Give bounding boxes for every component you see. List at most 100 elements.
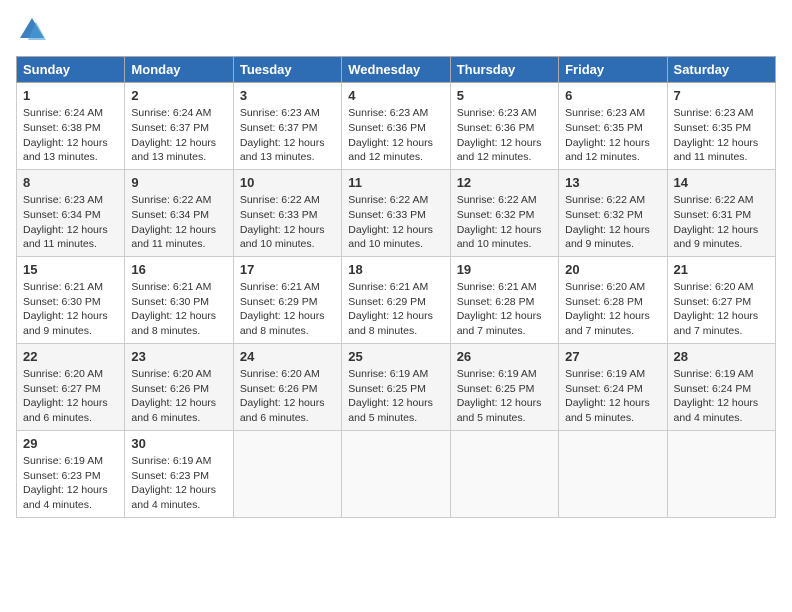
day-info: Sunset: 6:24 PM [674,382,769,397]
week-row-0: 1Sunrise: 6:24 AMSunset: 6:38 PMDaylight… [17,83,776,170]
calendar-cell: 18Sunrise: 6:21 AMSunset: 6:29 PMDayligh… [342,256,450,343]
day-info: Daylight: 12 hours [23,136,118,151]
day-number: 26 [457,348,552,366]
day-info: Daylight: 12 hours [131,223,226,238]
day-number: 4 [348,87,443,105]
day-info: and 4 minutes. [131,498,226,513]
calendar-cell: 30Sunrise: 6:19 AMSunset: 6:23 PMDayligh… [125,430,233,517]
day-info: Daylight: 12 hours [131,309,226,324]
day-info: Daylight: 12 hours [457,396,552,411]
day-info: Sunset: 6:36 PM [348,121,443,136]
calendar-cell: 4Sunrise: 6:23 AMSunset: 6:36 PMDaylight… [342,83,450,170]
day-info: Sunset: 6:34 PM [23,208,118,223]
calendar-cell: 13Sunrise: 6:22 AMSunset: 6:32 PMDayligh… [559,169,667,256]
day-info: Sunset: 6:28 PM [457,295,552,310]
calendar-cell [233,430,341,517]
day-number: 29 [23,435,118,453]
day-info: and 10 minutes. [348,237,443,252]
week-row-2: 15Sunrise: 6:21 AMSunset: 6:30 PMDayligh… [17,256,776,343]
day-info: Daylight: 12 hours [565,223,660,238]
day-info: Sunset: 6:37 PM [240,121,335,136]
day-info: and 6 minutes. [23,411,118,426]
day-info: Daylight: 12 hours [565,396,660,411]
day-info: and 12 minutes. [348,150,443,165]
day-info: Sunset: 6:37 PM [131,121,226,136]
day-info: Sunset: 6:29 PM [240,295,335,310]
day-number: 20 [565,261,660,279]
day-number: 25 [348,348,443,366]
day-info: Daylight: 12 hours [23,396,118,411]
day-info: Daylight: 12 hours [23,483,118,498]
day-number: 5 [457,87,552,105]
day-info: Sunrise: 6:22 AM [565,193,660,208]
day-info: Daylight: 12 hours [131,396,226,411]
calendar-cell [667,430,775,517]
day-number: 24 [240,348,335,366]
day-number: 12 [457,174,552,192]
day-info: and 12 minutes. [565,150,660,165]
day-info: Sunset: 6:35 PM [674,121,769,136]
day-info: and 5 minutes. [565,411,660,426]
day-info: Sunrise: 6:22 AM [457,193,552,208]
calendar-cell: 10Sunrise: 6:22 AMSunset: 6:33 PMDayligh… [233,169,341,256]
day-info: Daylight: 12 hours [674,309,769,324]
day-info: Sunset: 6:23 PM [131,469,226,484]
day-info: Daylight: 12 hours [131,483,226,498]
day-number: 13 [565,174,660,192]
calendar-cell: 15Sunrise: 6:21 AMSunset: 6:30 PMDayligh… [17,256,125,343]
calendar-cell: 8Sunrise: 6:23 AMSunset: 6:34 PMDaylight… [17,169,125,256]
day-info: Daylight: 12 hours [348,309,443,324]
day-info: and 7 minutes. [565,324,660,339]
day-info: Sunrise: 6:20 AM [131,367,226,382]
day-info: Daylight: 12 hours [348,136,443,151]
day-header-saturday: Saturday [667,57,775,83]
day-header-sunday: Sunday [17,57,125,83]
day-info: Sunrise: 6:23 AM [348,106,443,121]
day-info: Sunset: 6:27 PM [674,295,769,310]
week-row-1: 8Sunrise: 6:23 AMSunset: 6:34 PMDaylight… [17,169,776,256]
day-info: Sunset: 6:26 PM [131,382,226,397]
calendar-cell: 27Sunrise: 6:19 AMSunset: 6:24 PMDayligh… [559,343,667,430]
calendar-cell [450,430,558,517]
calendar-cell [342,430,450,517]
day-info: Sunrise: 6:19 AM [23,454,118,469]
calendar-cell: 29Sunrise: 6:19 AMSunset: 6:23 PMDayligh… [17,430,125,517]
day-number: 30 [131,435,226,453]
day-info: Sunset: 6:24 PM [565,382,660,397]
day-number: 3 [240,87,335,105]
day-info: Sunrise: 6:22 AM [240,193,335,208]
day-info: Sunset: 6:33 PM [240,208,335,223]
day-number: 27 [565,348,660,366]
day-number: 9 [131,174,226,192]
calendar-cell: 21Sunrise: 6:20 AMSunset: 6:27 PMDayligh… [667,256,775,343]
day-info: Sunrise: 6:19 AM [674,367,769,382]
day-info: Sunrise: 6:19 AM [131,454,226,469]
day-info: Sunrise: 6:19 AM [457,367,552,382]
day-info: Sunrise: 6:21 AM [457,280,552,295]
week-row-4: 29Sunrise: 6:19 AMSunset: 6:23 PMDayligh… [17,430,776,517]
day-info: Daylight: 12 hours [674,136,769,151]
calendar-cell: 26Sunrise: 6:19 AMSunset: 6:25 PMDayligh… [450,343,558,430]
day-info: and 6 minutes. [131,411,226,426]
day-info: and 13 minutes. [131,150,226,165]
day-info: and 5 minutes. [457,411,552,426]
day-info: Sunset: 6:35 PM [565,121,660,136]
day-number: 14 [674,174,769,192]
day-info: Sunset: 6:30 PM [131,295,226,310]
day-number: 10 [240,174,335,192]
day-info: Daylight: 12 hours [674,223,769,238]
day-info: Sunrise: 6:23 AM [457,106,552,121]
day-info: Sunrise: 6:20 AM [23,367,118,382]
calendar-cell: 17Sunrise: 6:21 AMSunset: 6:29 PMDayligh… [233,256,341,343]
calendar-table: SundayMondayTuesdayWednesdayThursdayFrid… [16,56,776,518]
day-info: Sunrise: 6:20 AM [674,280,769,295]
calendar-cell: 25Sunrise: 6:19 AMSunset: 6:25 PMDayligh… [342,343,450,430]
day-info: Sunset: 6:25 PM [348,382,443,397]
day-info: Daylight: 12 hours [565,309,660,324]
calendar-cell: 14Sunrise: 6:22 AMSunset: 6:31 PMDayligh… [667,169,775,256]
day-info: Sunset: 6:25 PM [457,382,552,397]
calendar-cell: 19Sunrise: 6:21 AMSunset: 6:28 PMDayligh… [450,256,558,343]
day-header-thursday: Thursday [450,57,558,83]
day-info: and 9 minutes. [674,237,769,252]
day-info: Sunset: 6:23 PM [23,469,118,484]
